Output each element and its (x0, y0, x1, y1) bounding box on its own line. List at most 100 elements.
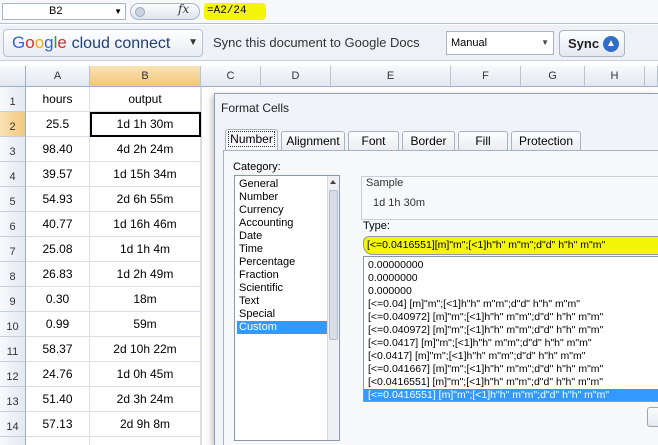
column-header-c[interactable]: C (201, 66, 261, 87)
category-item[interactable]: Accounting (237, 217, 327, 230)
column-header-f[interactable]: F (451, 66, 521, 87)
cell-hours[interactable]: hours (26, 87, 90, 112)
cell-output[interactable]: 1d 1h 4m (90, 237, 201, 262)
cell-output[interactable] (90, 437, 201, 445)
cell-hours[interactable] (26, 437, 90, 445)
delete-button[interactable] (647, 407, 658, 427)
tab-fill[interactable]: Fill (458, 131, 508, 151)
category-item[interactable]: Date (237, 230, 327, 243)
category-item[interactable]: Number (237, 191, 327, 204)
category-item[interactable]: General (237, 178, 327, 191)
row-header[interactable]: 15 (0, 437, 26, 445)
format-list-item[interactable]: 0.0000000 (364, 272, 658, 285)
cell-hours[interactable]: 26.83 (26, 262, 90, 287)
column-header-h[interactable]: H (585, 66, 645, 87)
cell-hours[interactable]: 0.30 (26, 287, 90, 312)
format-list-item[interactable]: [<=0.04] [m]"m";[<1]h"h" m"m";d"d" h"h" … (364, 298, 658, 311)
cell-hours[interactable]: 39.57 (26, 162, 90, 187)
active-cell-output[interactable]: 1d 1h 30m (90, 112, 201, 137)
cell-output[interactable]: 4d 2h 24m (90, 137, 201, 162)
row-header[interactable]: 13 (0, 387, 26, 412)
category-item[interactable]: Text (237, 295, 327, 308)
cell-output[interactable]: 1d 2h 49m (90, 262, 201, 287)
tab-number[interactable]: Number (225, 129, 278, 151)
function-icon[interactable]: fx (178, 2, 189, 16)
chevron-down-icon[interactable]: ▼ (114, 4, 122, 19)
cell-hours[interactable]: 58.37 (26, 337, 90, 362)
cell-output[interactable]: 18m (90, 287, 201, 312)
column-c-cells[interactable] (201, 87, 215, 445)
cell-output[interactable]: 59m (90, 312, 201, 337)
select-all-corner[interactable] (0, 66, 26, 87)
category-item[interactable]: Currency (237, 204, 327, 217)
cell-output[interactable]: 2d 3h 24m (90, 387, 201, 412)
cell-hours[interactable]: 54.93 (26, 187, 90, 212)
row-header[interactable]: 1 (0, 87, 26, 112)
format-list-item[interactable]: [<0.0417] [m]"m";[<1]h"h" m"m";d"d" h"h"… (364, 350, 658, 363)
scroll-up-icon[interactable] (330, 180, 336, 184)
cell-hours[interactable]: 25.08 (26, 237, 90, 262)
row-header[interactable]: 12 (0, 362, 26, 387)
category-item[interactable]: Fraction (237, 269, 327, 282)
category-list[interactable]: General Number Currency Accounting Date Time P… (234, 175, 340, 441)
category-item[interactable]: Special (237, 308, 327, 321)
tab-protection[interactable]: Protection (511, 131, 581, 151)
row-header[interactable]: 4 (0, 162, 26, 187)
sync-button[interactable]: Sync ▲ (559, 30, 625, 57)
row-header[interactable]: 14 (0, 412, 26, 437)
cell-hours[interactable]: 98.40 (26, 137, 90, 162)
column-header-d[interactable]: D (261, 66, 331, 87)
scroll-thumb[interactable] (329, 190, 338, 340)
category-scrollbar[interactable] (327, 176, 339, 440)
format-list-item[interactable]: [<=0.0417] [m]"m";[<1]h"h" m"m";d"d" h"h… (364, 337, 658, 350)
format-list-item[interactable]: [<=0.040972] [m]"m";[<1]h"h" m"m";d"d" h… (364, 311, 658, 324)
column-header-e[interactable]: E (331, 66, 451, 87)
row-header[interactable]: 9 (0, 287, 26, 312)
row-header[interactable]: 5 (0, 187, 26, 212)
type-input[interactable]: [<=0.0416551][m]"m";[<1]h"h" m"m";d"d" h… (363, 236, 658, 255)
cell-output[interactable]: 1d 16h 46m (90, 212, 201, 237)
format-list-item[interactable]: [<0.0416551] [m]"m";[<1]h"h" m"m";d"d" h… (364, 376, 658, 389)
category-item[interactable]: Custom (237, 321, 327, 334)
cell-output[interactable]: 1d 15h 34m (90, 162, 201, 187)
row-header[interactable]: 11 (0, 337, 26, 362)
format-list-item[interactable]: [<=0.040972] [m]"m";[<1]h"h" m"m";d"d" h… (364, 324, 658, 337)
category-item[interactable]: Percentage (237, 256, 327, 269)
format-list-item[interactable]: 0.000000 (364, 285, 658, 298)
tab-border[interactable]: Border (402, 131, 455, 151)
row-header[interactable]: 7 (0, 237, 26, 262)
formula-input[interactable]: =A2/24 (204, 3, 266, 20)
format-list-item[interactable]: 0.00000000 (364, 259, 658, 272)
column-header-b[interactable]: B (90, 66, 201, 87)
row-header[interactable]: 3 (0, 137, 26, 162)
cell-hours[interactable]: 24.76 (26, 362, 90, 387)
tab-alignment[interactable]: Alignment (281, 131, 345, 151)
row-header[interactable]: 2 (0, 112, 26, 137)
column-header-a[interactable]: A (26, 66, 90, 87)
column-header-next[interactable] (645, 66, 658, 87)
format-list[interactable]: 0.00000000 0.0000000 0.000000 [<=0.04] [m]"… (363, 256, 658, 402)
cell-output[interactable]: 1d 0h 45m (90, 362, 201, 387)
cell-hours[interactable]: 25.5 (26, 112, 90, 137)
cell-hours[interactable]: 0.99 (26, 312, 90, 337)
cell-output[interactable]: 2d 6h 55m (90, 187, 201, 212)
cell-hours[interactable]: 57.13 (26, 412, 90, 437)
row-header[interactable]: 6 (0, 212, 26, 237)
sync-mode-select[interactable]: Manual ▼ (446, 31, 554, 55)
column-header-g[interactable]: G (521, 66, 585, 87)
cell-output[interactable]: 2d 9h 8m (90, 412, 201, 437)
format-list-item[interactable]: [<=0.041667] [m]"m";[<1]h"h" m"m";d"d" h… (364, 363, 658, 376)
row-header[interactable]: 8 (0, 262, 26, 287)
tab-font[interactable]: Font (348, 131, 399, 151)
category-item[interactable]: Time (237, 243, 327, 256)
cell-output[interactable]: 2d 10h 22m (90, 337, 201, 362)
category-item[interactable]: Scientific (237, 282, 327, 295)
cell-hours[interactable]: 40.77 (26, 212, 90, 237)
name-box[interactable]: B2 ▼ (2, 3, 126, 20)
format-list-item[interactable]: [<=0.0416551] [m]"m";[<1]h"h" m"m";d"d" … (364, 389, 658, 401)
cell-output[interactable]: output (90, 87, 201, 112)
google-cloud-connect-menu-button[interactable]: Google cloud connect ▼ (3, 29, 203, 57)
row-header[interactable]: 10 (0, 312, 26, 337)
cell-hours[interactable]: 51.40 (26, 387, 90, 412)
formula-bar-handle[interactable] (130, 3, 200, 20)
